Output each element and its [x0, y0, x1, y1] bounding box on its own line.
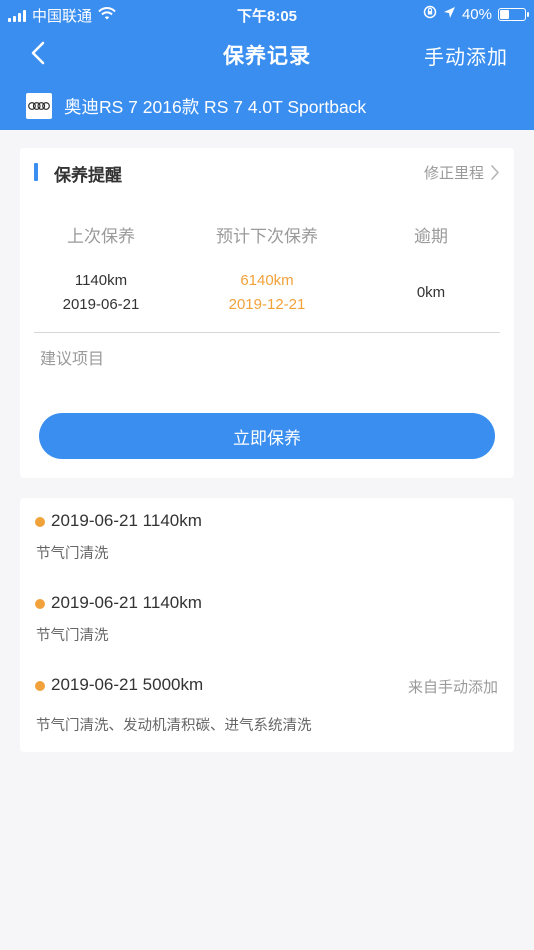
last-maintenance-mileage: 1140km — [74, 272, 128, 289]
location-arrow-icon — [443, 6, 456, 23]
battery-icon — [498, 7, 529, 21]
next-maintenance-label: 预计下次保养 — [216, 227, 318, 246]
edit-mileage-button[interactable]: 修正里程 — [424, 162, 500, 183]
header: 中国联通 下午8:05 40% 保养记录 手动添加 奥迪RS 7 2016款 R… — [0, 0, 534, 130]
record-source: 来自手动添加 — [407, 679, 498, 696]
suggested-items-label: 建议项目 — [40, 351, 105, 368]
record-items: 节气门清洗 — [36, 628, 109, 644]
audi-rings-icon — [26, 93, 52, 119]
overdue-label: 逾期 — [414, 227, 448, 246]
reminder-title: 保养提醒 — [54, 166, 122, 185]
car-info: 奥迪RS 7 2016款 RS 7 4.0T Sportback — [26, 90, 366, 122]
record-items: 节气门清洗、发动机清积碳、进气系统清洗 — [36, 718, 312, 734]
edit-mileage-label: 修正里程 — [423, 165, 484, 182]
last-maintenance-date: 2019-06-21 — [62, 296, 140, 313]
record-dot — [35, 599, 45, 609]
record-items: 节气门清洗 — [36, 546, 109, 562]
battery-percent: 40% — [461, 5, 492, 23]
next-maintenance-stat: 预计下次保养 6140km 2019-12-21 — [182, 222, 352, 317]
maintenance-records-card: 2019-06-21 1140km 节气门清洗 2019-06-21 1140k… — [20, 498, 514, 752]
section-accent-bar — [34, 163, 38, 181]
record-title: 2019-06-21 5000km — [51, 675, 204, 694]
record-title: 2019-06-21 1140km — [51, 593, 202, 612]
overdue-mileage: 0km — [416, 284, 446, 301]
rotation-lock-icon — [423, 5, 437, 23]
back-button[interactable] — [22, 36, 56, 70]
last-maintenance-stat: 上次保养 1140km 2019-06-21 — [16, 222, 186, 317]
manual-add-button[interactable]: 手动添加 — [424, 41, 508, 70]
status-right: 40% — [423, 5, 529, 23]
record-dot — [35, 517, 45, 527]
maintain-now-button[interactable]: 立即保养 — [39, 413, 495, 459]
maintenance-reminder-card: 保养提醒 修正里程 上次保养 1140km 2019-06-21 预计下次保养 … — [20, 148, 514, 478]
chevron-right-icon — [491, 165, 499, 180]
battery-level-fill — [500, 9, 510, 19]
status-bar: 中国联通 下午8:05 40% — [0, 0, 534, 28]
next-maintenance-mileage: 6140km — [240, 272, 294, 289]
chevron-left-icon — [31, 41, 45, 65]
last-maintenance-label: 上次保养 — [67, 227, 135, 246]
car-name: 奥迪RS 7 2016款 RS 7 4.0T Sportback — [64, 96, 367, 117]
record-dot — [35, 681, 45, 691]
divider — [34, 332, 500, 333]
record-title: 2019-06-21 1140km — [51, 511, 202, 530]
nav-bar: 保养记录 手动添加 — [0, 28, 534, 80]
next-maintenance-date: 2019-12-21 — [228, 296, 306, 313]
overdue-stat: 逾期 0km — [346, 222, 516, 305]
